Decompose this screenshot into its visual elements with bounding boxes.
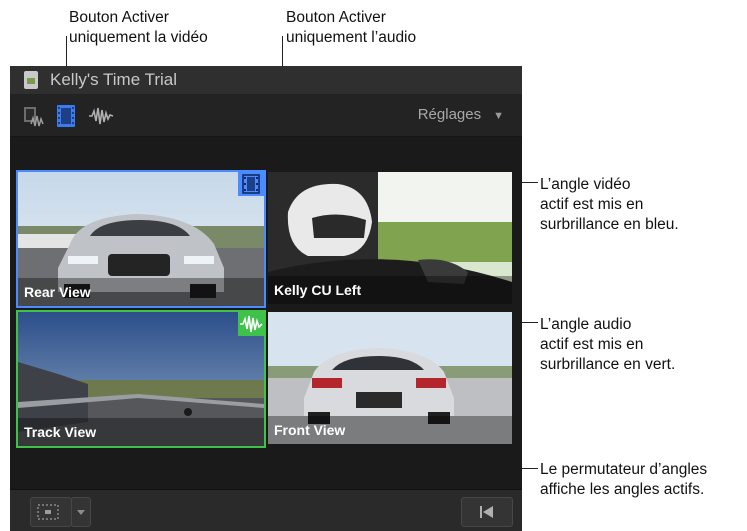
callout-audio-only: Bouton Activer uniquement l’audio — [286, 8, 416, 48]
callout-text: Bouton Activer — [69, 9, 169, 26]
callout-switcher: Le permutateur d’angles affiche les angl… — [540, 460, 707, 500]
film-icon[interactable] — [54, 104, 78, 128]
angle-label: Track View — [24, 424, 97, 440]
callout-text: L’angle vidéo — [540, 176, 631, 193]
callout-video-angle: L’angle vidéo actif est mis en surbrilla… — [540, 175, 679, 235]
project-icon — [24, 71, 38, 89]
triangle-down-icon — [77, 510, 85, 515]
callout-text: Bouton Activer — [286, 9, 386, 26]
previous-angle-button[interactable] — [461, 497, 513, 527]
callout-video-only: Bouton Activer uniquement la vidéo — [69, 8, 208, 48]
settings-label: Réglages — [417, 106, 482, 123]
angle-label: Kelly CU Left — [274, 282, 362, 298]
video-audio-icon[interactable] — [22, 104, 46, 128]
display-settings-button[interactable] — [30, 497, 72, 527]
callout-text: actif est mis en — [540, 336, 644, 353]
angle-label: Front View — [274, 422, 346, 438]
angle-tile-kelly-cu-left[interactable]: Kelly CU Left — [268, 172, 512, 304]
skip-back-icon — [480, 506, 493, 518]
angle-tile-rear-view[interactable]: Rear View — [16, 170, 266, 308]
angle-viewer: Kelly's Time Trial Réglages ▼ Rear View … — [10, 66, 522, 531]
display-icon — [37, 504, 59, 520]
angle-tile-front-view[interactable]: Front View — [268, 312, 512, 444]
callout-text: surbrillance en bleu. — [540, 216, 679, 233]
callout-text: affiche les angles actifs. — [540, 481, 705, 498]
callout-text: uniquement l’audio — [286, 29, 417, 46]
callout-text: L’angle audio — [540, 316, 632, 333]
film-icon — [238, 172, 264, 196]
angle-label: Rear View — [24, 284, 91, 300]
title-bar: Kelly's Time Trial — [10, 66, 522, 94]
waveform-icon[interactable] — [88, 104, 114, 128]
angle-grid: Rear View Kelly CU Left Track View Front… — [10, 137, 522, 531]
angle-tile-track-view[interactable]: Track View — [16, 310, 266, 448]
settings-menu[interactable]: Réglages ▼ — [418, 106, 504, 123]
triangle-down-icon: ▼ — [493, 110, 504, 122]
waveform-icon — [238, 312, 264, 336]
callout-text: actif est mis en — [540, 196, 644, 213]
callout-text: surbrillance en vert. — [540, 356, 676, 373]
bottom-bar — [10, 489, 522, 531]
callout-audio-angle: L’angle audio actif est mis en surbrilla… — [540, 315, 675, 375]
display-menu-button[interactable] — [71, 497, 91, 527]
callout-text: Le permutateur d’angles — [540, 461, 708, 478]
callout-text: uniquement la vidéo — [69, 29, 208, 46]
toolbar: Réglages ▼ — [10, 94, 522, 137]
window-title: Kelly's Time Trial — [50, 70, 177, 89]
